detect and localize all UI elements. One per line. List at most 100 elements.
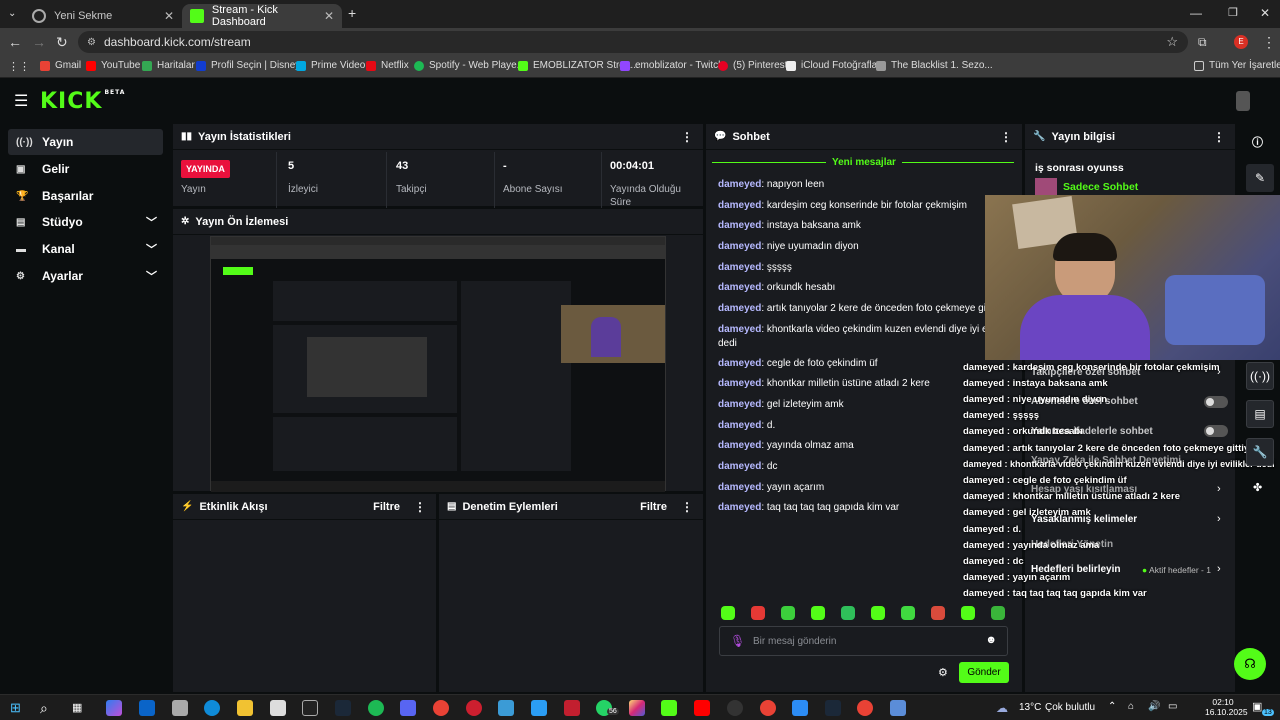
close-icon[interactable]: ✕ [324, 9, 334, 23]
layout-icon[interactable]: ▤ [1246, 400, 1274, 428]
community-icon[interactable]: ✤ [1253, 481, 1262, 494]
instagram-icon[interactable] [629, 700, 645, 716]
setting-emote-only[interactable]: Yalnızca ifadelerle sohbet [1031, 426, 1153, 437]
volume-icon[interactable]: 🔊 [1148, 701, 1160, 712]
app-icon[interactable] [890, 700, 906, 716]
tab-kick-dashboard[interactable]: Stream - Kick Dashboard ✕ [182, 4, 342, 28]
app-icon[interactable] [564, 700, 580, 716]
minimize-icon[interactable]: — [1190, 5, 1202, 21]
battery-icon[interactable]: ▭ [1168, 701, 1177, 712]
chevron-right-icon[interactable]: › [1217, 513, 1221, 525]
notification-icon[interactable]: ▣ [1252, 700, 1262, 713]
setting-ai-moderation[interactable]: Yapay Zeka ile Sohbet Denetimi [1031, 455, 1181, 466]
store-icon[interactable] [172, 700, 188, 716]
emote-button[interactable] [751, 606, 765, 620]
emote-button[interactable] [901, 606, 915, 620]
bookmark-twitch[interactable]: emoblizator - Twitch [620, 60, 724, 71]
site-info-icon[interactable]: ⚙ [87, 37, 96, 48]
search-icon[interactable]: ⌕ [40, 700, 56, 716]
bookmark-blacklist[interactable]: The Blacklist 1. Sezo... [876, 60, 993, 71]
send-button[interactable]: Gönder [959, 662, 1009, 683]
app-icon[interactable] [792, 700, 808, 716]
bookmark-gmail[interactable]: Gmail [40, 60, 81, 71]
bookmark-youtube[interactable]: YouTube [86, 60, 140, 71]
reload-icon[interactable]: ↻ [56, 34, 68, 50]
bookmark-netflix[interactable]: Netflix [366, 60, 409, 71]
more-icon[interactable]: ⋮ [681, 500, 693, 514]
subscribers-only-toggle[interactable] [1204, 396, 1228, 408]
chat-input[interactable]: 🎙 Bir mesaj gönderin ☻ [719, 626, 1008, 656]
chat-settings-icon[interactable]: ⚙ [938, 666, 948, 679]
explorer-icon[interactable] [237, 700, 253, 716]
opera-icon[interactable] [466, 700, 482, 716]
network-icon[interactable]: ⌂ [1128, 701, 1134, 712]
bookmark-disney[interactable]: Profil Seçin | Disney+ [196, 60, 306, 71]
category-link[interactable]: Sadece Sohbet [1063, 181, 1138, 193]
emote-button[interactable] [931, 606, 945, 620]
info-icon[interactable]: ⓘ [1252, 134, 1263, 150]
chrome-icon[interactable] [760, 700, 776, 716]
chevron-right-icon[interactable]: › [1217, 483, 1221, 495]
task-view-icon[interactable]: ▦ [72, 700, 88, 716]
chrome-icon[interactable] [433, 700, 449, 716]
clock[interactable]: 02:10 16.10.2025 [1205, 697, 1248, 717]
start-icon[interactable]: ⊞ [10, 700, 26, 716]
sidebar-item-kanal[interactable]: ▬ Kanal ﹀ [8, 236, 163, 262]
setting-subscribers-only[interactable]: Abonelere özel sohbet [1031, 396, 1138, 407]
sidebar-item-gelir[interactable]: ▣ Gelir [8, 156, 163, 182]
more-icon[interactable]: ⋮ [414, 500, 426, 514]
app-icon[interactable] [727, 700, 743, 716]
tab-search-icon[interactable]: ⌄ [8, 6, 16, 22]
copilot-icon[interactable] [106, 700, 122, 716]
emote-button[interactable] [991, 606, 1005, 620]
back-icon[interactable]: ← [8, 34, 22, 50]
profile-avatar[interactable]: E [1234, 35, 1248, 49]
emote-button[interactable] [721, 606, 735, 620]
emoji-icon[interactable]: ☻ [985, 634, 997, 646]
setting-set-goals[interactable]: Hedefleri belirleyin [1031, 564, 1120, 575]
tray-chevron-icon[interactable]: ⌃ [1108, 701, 1116, 712]
app-icon[interactable] [531, 700, 547, 716]
emote-button[interactable] [871, 606, 885, 620]
more-icon[interactable]: ⋮ [681, 130, 693, 144]
bookmark-maps[interactable]: Haritalar [142, 60, 195, 71]
wrench-tool-icon[interactable]: 🔧 [1246, 438, 1274, 466]
close-window-icon[interactable]: ✕ [1260, 5, 1270, 21]
app-icon[interactable] [498, 700, 514, 716]
emote-button[interactable] [961, 606, 975, 620]
apps-icon[interactable]: ⋮⋮ [8, 60, 30, 73]
url-field[interactable]: ⚙ dashboard.kick.com/stream ☆ [78, 31, 1188, 53]
broadcast-tool-icon[interactable]: ((·)) [1246, 362, 1274, 390]
epic-games-icon[interactable] [302, 700, 318, 716]
more-icon[interactable]: ⋮ [1213, 130, 1225, 144]
support-chat-icon[interactable]: ☊ [1234, 648, 1266, 680]
microphone-icon[interactable]: 🎙 [730, 634, 745, 648]
kick-app-icon[interactable] [661, 700, 677, 716]
emote-button[interactable] [841, 606, 855, 620]
new-tab-icon[interactable]: + [348, 5, 356, 21]
bookmark-all[interactable]: Tüm Yer İşaretleri [1194, 60, 1280, 71]
user-avatar[interactable] [1236, 91, 1250, 111]
forward-icon[interactable]: → [32, 34, 46, 50]
tab-new-tab[interactable]: Yeni Sekme ✕ [24, 4, 182, 28]
setting-account-age[interactable]: Hesap yaşı kısıtlaması [1031, 484, 1137, 495]
emote-button[interactable] [781, 606, 795, 620]
setting-banned-words[interactable]: Yasaklanmış kelimeler [1031, 514, 1137, 525]
steam-icon[interactable] [825, 700, 841, 716]
steam-icon[interactable] [335, 700, 351, 716]
more-icon[interactable]: ⋮ [1000, 130, 1012, 144]
discord-icon[interactable] [400, 700, 416, 716]
spotify-icon[interactable] [368, 700, 384, 716]
setting-followers-only[interactable]: Takipçilere özel sohbet [1031, 367, 1140, 378]
bookmark-prime[interactable]: Prime Video [296, 60, 365, 71]
sidebar-item-basarilar[interactable]: 🏆 Başarılar [8, 183, 163, 209]
edge-icon[interactable] [204, 700, 220, 716]
sidebar-item-yayin[interactable]: ((·)) Yayın [8, 129, 163, 155]
edit-icon[interactable]: ✎ [1246, 164, 1274, 192]
kick-logo[interactable]: KICK BETA [40, 89, 125, 114]
sidebar-item-studyo[interactable]: ▤ Stüdyo ﹀ [8, 209, 163, 235]
restore-icon[interactable]: ❐ [1228, 5, 1238, 21]
emote-only-toggle[interactable] [1204, 425, 1228, 437]
outlook-icon[interactable] [139, 700, 155, 716]
hamburger-menu-icon[interactable]: ☰ [14, 91, 28, 111]
